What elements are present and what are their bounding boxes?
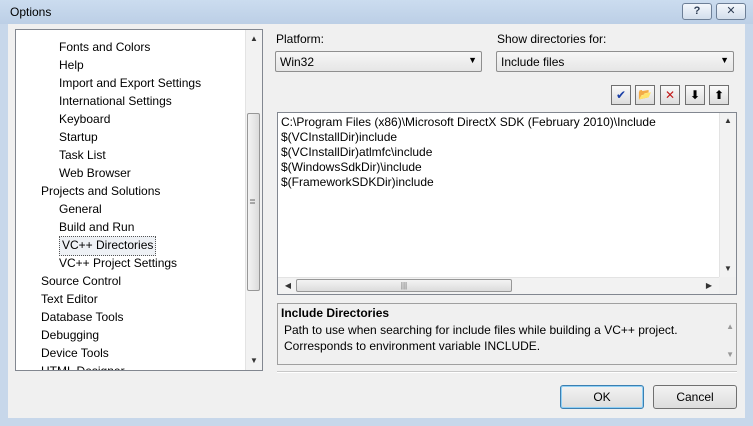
cancel-button[interactable]: Cancel bbox=[653, 385, 737, 409]
tree-item[interactable]: Keyboard bbox=[59, 110, 110, 128]
scroll-thumb[interactable]: ═ ═ bbox=[247, 113, 260, 291]
platform-value: Win32 bbox=[280, 55, 315, 69]
check-icon[interactable]: ✔ bbox=[611, 85, 631, 105]
help-button[interactable]: ? bbox=[682, 3, 712, 20]
description-title: Include Directories bbox=[281, 306, 390, 320]
grip-icon: ═ ═ bbox=[250, 197, 255, 207]
delete-icon[interactable]: ✕ bbox=[660, 85, 680, 105]
tree-item[interactable]: HTML Designer bbox=[41, 362, 125, 370]
scroll-down-arrow-icon[interactable]: ▼ bbox=[726, 350, 734, 359]
options-dialog: Options ? ✕ Fonts and Colors Help Import a… bbox=[0, 0, 753, 426]
scroll-up-arrow-icon[interactable]: ▲ bbox=[720, 113, 736, 129]
tree-item[interactable]: Text Editor bbox=[41, 290, 98, 308]
move-down-icon[interactable]: ⬇ bbox=[685, 85, 705, 105]
description-line-1: Path to use when searching for include f… bbox=[284, 323, 678, 337]
scroll-right-arrow-icon[interactable]: ▶ bbox=[701, 278, 717, 294]
directory-entry[interactable]: $(WindowsSdkDir)\include bbox=[281, 160, 422, 175]
tree-item[interactable]: Database Tools bbox=[41, 308, 124, 326]
tree-item[interactable]: General bbox=[59, 200, 102, 218]
description-panel: Include Directories Path to use when sea… bbox=[277, 303, 737, 365]
show-directories-label: Show directories for: bbox=[497, 32, 607, 46]
ok-button[interactable]: OK bbox=[560, 385, 644, 409]
scroll-thumb[interactable]: ||| bbox=[296, 279, 512, 292]
tree-item-selected[interactable]: VC++ Directories bbox=[59, 236, 157, 256]
window-title: Options bbox=[10, 5, 52, 19]
close-button[interactable]: ✕ bbox=[716, 3, 746, 20]
chevron-down-icon: ▼ bbox=[720, 55, 729, 65]
directories-list[interactable]: C:\Program Files (x86)\Microsoft DirectX… bbox=[277, 112, 737, 295]
tree-item[interactable]: Startup bbox=[59, 128, 98, 146]
tree-item[interactable]: Debugging bbox=[41, 326, 99, 344]
directories-horizontal-scrollbar[interactable]: ◀ ||| ▶ bbox=[278, 277, 719, 294]
tree-item[interactable]: Help bbox=[59, 56, 84, 74]
directory-entry[interactable]: $(VCInstallDir)include bbox=[281, 130, 397, 145]
description-line-2: Corresponds to environment variable INCL… bbox=[284, 339, 541, 353]
tree-item[interactable]: Source Control bbox=[41, 272, 121, 290]
tree-item[interactable]: Device Tools bbox=[41, 344, 109, 362]
tree-item[interactable]: Web Browser bbox=[59, 164, 131, 182]
chevron-down-icon: ▼ bbox=[468, 55, 477, 65]
scroll-left-arrow-icon[interactable]: ◀ bbox=[280, 278, 296, 294]
tree-item[interactable]: Task List bbox=[59, 146, 106, 164]
directory-entry[interactable]: C:\Program Files (x86)\Microsoft DirectX… bbox=[281, 115, 656, 130]
scroll-down-arrow-icon[interactable]: ▼ bbox=[246, 353, 262, 369]
title-bar[interactable]: Options ? ✕ bbox=[0, 0, 753, 24]
platform-select[interactable]: Win32 ▼ bbox=[275, 51, 482, 72]
tree-item[interactable]: Fonts and Colors bbox=[59, 38, 150, 56]
directory-entry[interactable]: $(FrameworkSDKDir)include bbox=[281, 175, 434, 190]
options-tree[interactable]: Fonts and Colors Help Import and Export Se… bbox=[15, 29, 263, 371]
scrollbar-corner bbox=[719, 277, 736, 294]
scroll-up-arrow-icon[interactable]: ▲ bbox=[246, 31, 262, 47]
dialog-client-area: Fonts and Colors Help Import and Export Se… bbox=[8, 24, 745, 418]
scroll-up-arrow-icon[interactable]: ▲ bbox=[726, 322, 734, 331]
directories-vertical-scrollbar[interactable]: ▲ ▼ bbox=[719, 113, 736, 277]
separator bbox=[277, 371, 737, 373]
tree-vertical-scrollbar[interactable]: ▲ ═ ═ ▼ bbox=[245, 30, 262, 370]
move-up-icon[interactable]: ⬆ bbox=[709, 85, 729, 105]
directory-entry[interactable]: $(VCInstallDir)atlmfc\include bbox=[281, 145, 432, 160]
tree-item[interactable]: International Settings bbox=[59, 92, 172, 110]
show-directories-value: Include files bbox=[501, 55, 565, 69]
tree-item[interactable]: VC++ Project Settings bbox=[59, 254, 177, 272]
tree-item[interactable]: Import and Export Settings bbox=[59, 74, 201, 92]
tree-item[interactable]: Projects and Solutions bbox=[41, 182, 160, 200]
show-directories-select[interactable]: Include files ▼ bbox=[496, 51, 734, 72]
tree-item[interactable]: Build and Run bbox=[59, 218, 134, 236]
new-folder-icon[interactable]: 📂 bbox=[635, 85, 655, 105]
scroll-down-arrow-icon[interactable]: ▼ bbox=[720, 261, 736, 277]
platform-label: Platform: bbox=[276, 32, 325, 46]
